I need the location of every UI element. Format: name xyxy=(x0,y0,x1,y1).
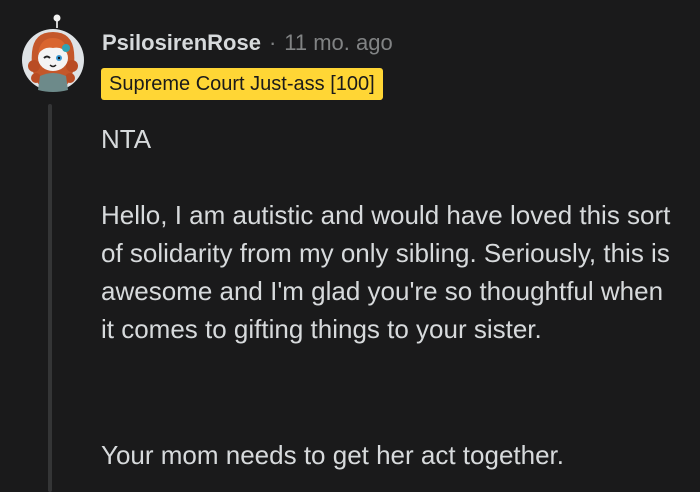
user-avatar-icon[interactable] xyxy=(22,14,84,94)
meta-separator: · xyxy=(268,30,277,55)
thread-collapse-line[interactable] xyxy=(48,104,52,492)
author-username[interactable]: PsilosirenRose xyxy=(102,30,261,56)
user-flair-badge: Supreme Court Just-ass [100] xyxy=(101,68,383,100)
comment-header: PsilosirenRose · 11 mo. ago xyxy=(102,26,393,60)
comment-timestamp[interactable]: 11 mo. ago xyxy=(284,30,392,56)
comment: PsilosirenRose · 11 mo. ago Supreme Cour… xyxy=(0,0,700,492)
comment-paragraph: Hello, I am autistic and would have love… xyxy=(101,200,671,344)
comment-paragraph: NTA xyxy=(101,124,152,154)
comment-paragraph: Your mom needs to get her act together. xyxy=(101,440,564,470)
